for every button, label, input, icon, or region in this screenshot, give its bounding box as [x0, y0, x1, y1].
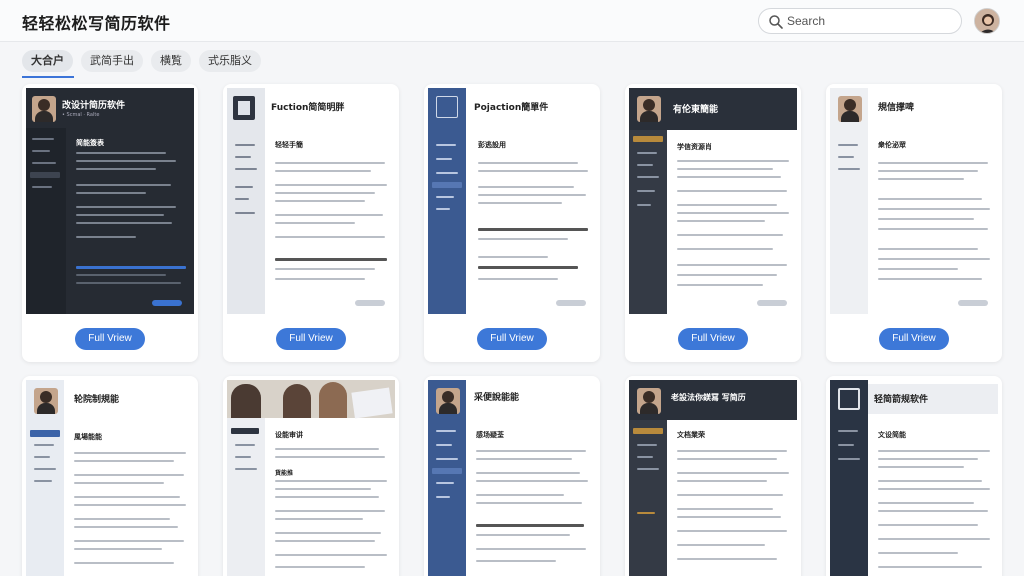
app-title: 轻轻松松写简历软件 [22, 14, 171, 33]
resume-subtitle: • Scmal · Ralte [62, 112, 100, 118]
template-card[interactable]: 轻简箭规软件 文设简能 [826, 376, 1002, 576]
resume-name: 轻简箭规软件 [874, 395, 929, 405]
template-card[interactable]: 设能审讲 貨能推 [223, 376, 399, 576]
resume-section-title: 设能审讲 [275, 431, 303, 439]
category-tabs: 大合户 武简手出 横覧 式乐脂义 [22, 50, 261, 72]
resume-section-title: 彭逃設用 [478, 141, 506, 149]
template-thumbnail[interactable]: Fuction简简明胖 轻轻手簡 [227, 88, 395, 314]
full-view-button[interactable]: Full Vriew [276, 328, 346, 350]
search-input[interactable] [787, 12, 955, 30]
template-thumbnail[interactable]: 改设计简历软件 • Scmal · Ralte 简能簽表 [26, 88, 194, 314]
resume-name: 轮院制規能 [74, 395, 120, 405]
template-card[interactable]: 改设计简历软件 • Scmal · Ralte 简能簽表 Full Vriew [22, 84, 198, 362]
resume-photo [637, 388, 661, 414]
resume-name: 采便說能能 [474, 393, 520, 403]
template-thumbnail[interactable]: 規信撑啤 衆伦泌眾 [830, 88, 998, 314]
resume-sidebar [428, 88, 466, 314]
document-icon [233, 96, 255, 120]
resume-name: Fuction简简明胖 [271, 103, 345, 113]
resume-section-title: 衆伦泌眾 [878, 141, 906, 149]
template-thumbnail[interactable]: 轮院制規能 風場能能 [26, 380, 194, 576]
resume-section-title: 感场疑荃 [476, 431, 504, 439]
resume-name: 改设计简历软件 [62, 101, 126, 111]
template-card[interactable]: 轮院制規能 風場能能 [22, 376, 198, 576]
resume-sidebar [830, 380, 868, 576]
resume-section-title: 轻轻手簡 [275, 141, 303, 149]
template-thumbnail[interactable]: 有伦東簡能 学信资源肖 [629, 88, 797, 314]
resume-section-title: 简能簽表 [76, 139, 104, 147]
template-thumbnail[interactable]: 轻简箭规软件 文设简能 [830, 380, 998, 576]
resume-section-title: 文档業荣 [677, 431, 705, 439]
template-thumbnail[interactable]: 设能审讲 貨能推 [227, 380, 395, 576]
template-thumbnail[interactable]: Pojaction簡單件 彭逃設用 [428, 88, 596, 314]
resume-section-title: 文设简能 [878, 431, 906, 439]
resume-name: 老設法你鎂冩 写简历 [671, 393, 746, 402]
search-box[interactable] [758, 8, 962, 34]
template-card[interactable]: 規信撑啤 衆伦泌眾 Full Vriew [826, 84, 1002, 362]
tab-all[interactable]: 大合户 [22, 50, 73, 72]
template-card[interactable]: 采便說能能 感场疑荃 [424, 376, 600, 576]
resume-sidebar [629, 420, 667, 576]
tab-4[interactable]: 式乐脂义 [199, 50, 261, 72]
resume-section-title: 風場能能 [74, 433, 102, 441]
resume-photo [34, 388, 58, 414]
template-card[interactable]: 老設法你鎂冩 写简历 文档業荣 [625, 376, 801, 576]
full-view-button[interactable]: Full Vriew [879, 328, 949, 350]
resume-photo [32, 96, 56, 122]
resume-name: 規信撑啤 [878, 103, 915, 113]
resume-name: 有伦東簡能 [673, 105, 719, 115]
template-card[interactable]: Pojaction簡單件 彭逃設用 Full Vriew [424, 84, 600, 362]
template-thumbnail[interactable]: 采便說能能 感场疑荃 [428, 380, 596, 576]
active-tab-indicator [22, 76, 74, 78]
resume-sidebar [629, 130, 667, 314]
photo-banner [227, 380, 395, 419]
full-view-button[interactable]: Full Vriew [678, 328, 748, 350]
resume-section-subtitle: 貨能推 [275, 470, 294, 477]
app-header: 轻轻松松写简历软件 [0, 0, 1024, 42]
resume-sidebar [227, 418, 265, 576]
resume-sidebar [227, 88, 265, 314]
full-view-button[interactable]: Full Vriew [477, 328, 547, 350]
tab-2[interactable]: 武简手出 [81, 50, 143, 72]
template-thumbnail[interactable]: 老設法你鎂冩 写简历 文档業荣 [629, 380, 797, 576]
search-icon [769, 15, 783, 29]
template-card[interactable]: 有伦東簡能 学信资源肖 Full Vriew [625, 84, 801, 362]
resume-photo [838, 96, 862, 122]
resume-section-title: 学信资源肖 [677, 143, 712, 151]
tab-3[interactable]: 横覧 [151, 50, 191, 72]
template-card[interactable]: Fuction简简明胖 轻轻手簡 Full Vriew [223, 84, 399, 362]
user-avatar[interactable] [974, 8, 1000, 34]
resume-photo [637, 96, 661, 122]
resume-photo [436, 388, 460, 414]
full-view-button[interactable]: Full Vriew [75, 328, 145, 350]
resume-name: Pojaction簡單件 [474, 103, 549, 113]
resume-sidebar [26, 128, 66, 314]
